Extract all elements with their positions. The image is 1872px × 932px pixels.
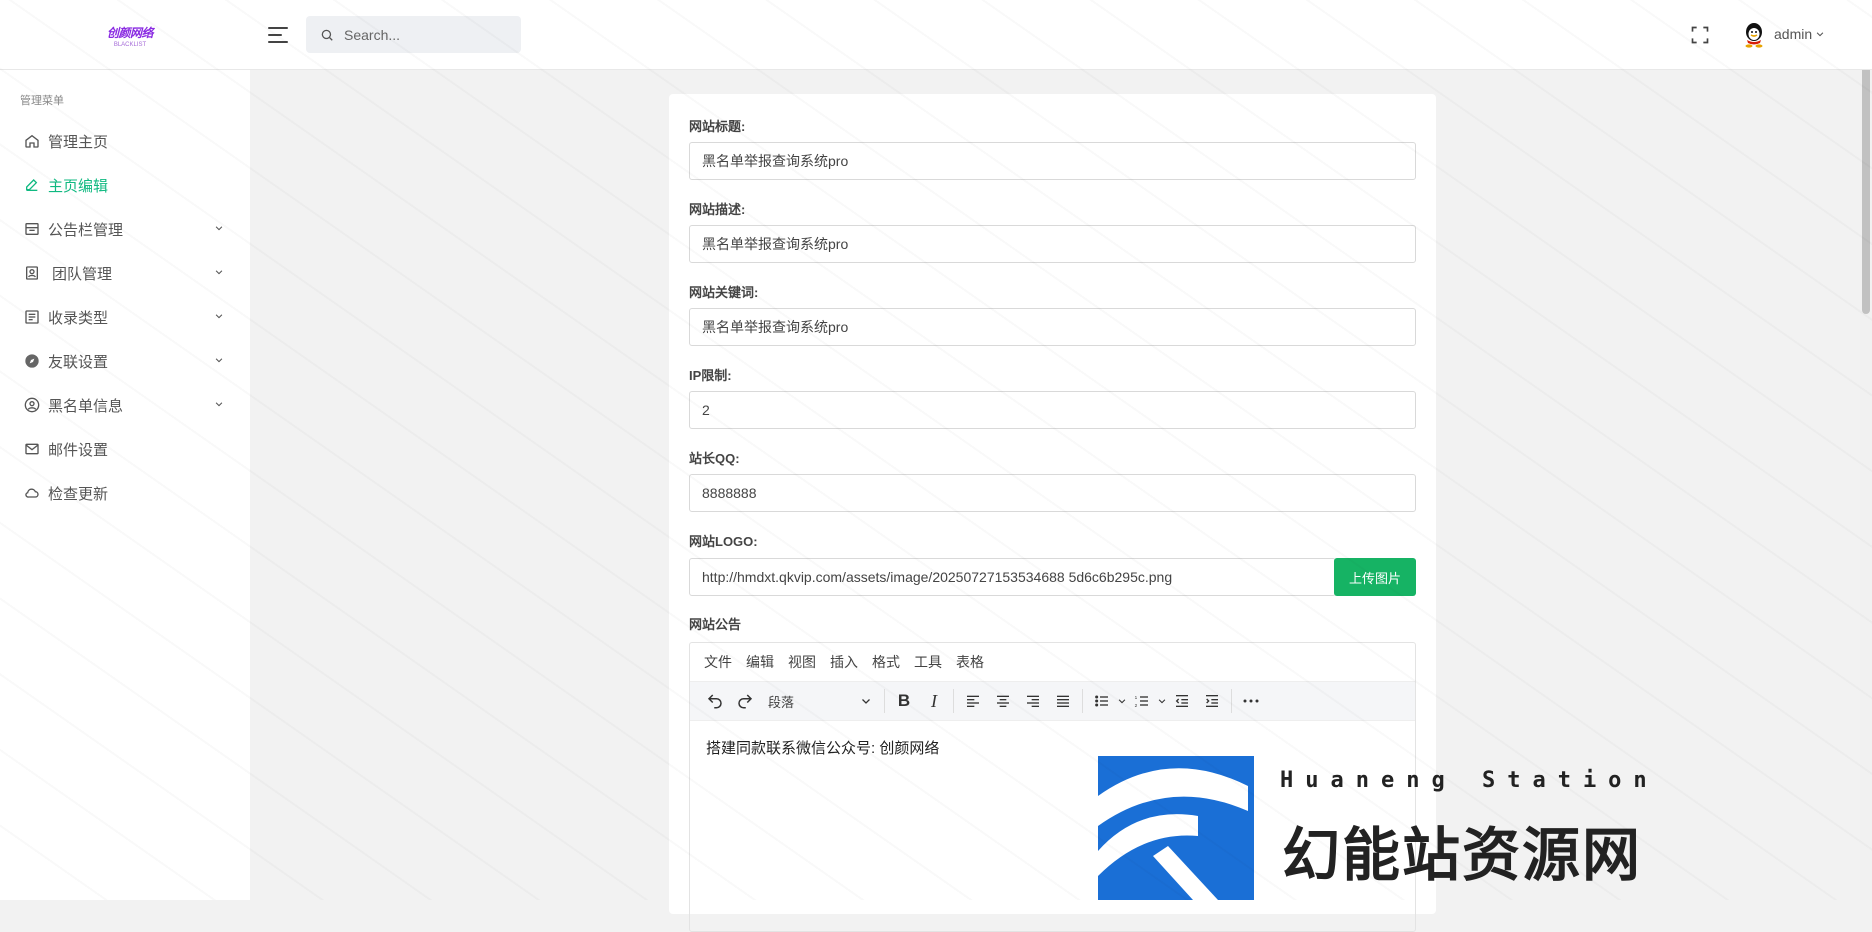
logo-subtext: BLACKLIST bbox=[100, 42, 160, 48]
undo-icon[interactable] bbox=[700, 686, 730, 716]
format-select-value: 段落 bbox=[768, 692, 794, 711]
user-icon bbox=[24, 397, 40, 413]
sidebar-item-check-update[interactable]: 检查更新 bbox=[24, 478, 224, 508]
sidebar-item-label: 检查更新 bbox=[48, 483, 108, 504]
logo-text: 创颜网络 bbox=[100, 24, 160, 41]
brand-watermark: Huaneng Station 幻能站资源网 bbox=[1098, 756, 1698, 900]
site-keywords-label: 网站关键词: bbox=[689, 282, 758, 301]
bullet-list-icon[interactable] bbox=[1087, 686, 1117, 716]
sidebar-item-label: 主页编辑 bbox=[48, 175, 108, 196]
bulletin-icon bbox=[24, 221, 40, 237]
svg-text:1: 1 bbox=[1135, 695, 1138, 700]
chevron-down-icon bbox=[860, 695, 872, 707]
upload-image-button[interactable]: 上传图片 bbox=[1334, 558, 1416, 596]
search-box[interactable] bbox=[306, 16, 521, 53]
user-name: admin bbox=[1774, 26, 1812, 42]
brand-chinese: 幻能站资源网 bbox=[1282, 808, 1642, 892]
brand-english: Huaneng Station bbox=[1280, 768, 1659, 793]
menu-tools[interactable]: 工具 bbox=[914, 652, 942, 672]
top-header: 创颜网络 BLACKLIST admin bbox=[0, 0, 1872, 70]
menu-view[interactable]: 视图 bbox=[788, 652, 816, 672]
sidebar-item-label: 收录类型 bbox=[48, 307, 108, 328]
site-logo-input[interactable] bbox=[689, 558, 1336, 596]
sidebar-item-label: 管理主页 bbox=[48, 131, 108, 152]
sidebar-item-collection-type[interactable]: 收录类型 bbox=[24, 302, 224, 332]
editor-toolbar: 段落 B I 12 bbox=[690, 681, 1415, 721]
editor-menubar: 文件 编辑 视图 插入 格式 工具 表格 bbox=[690, 643, 1415, 681]
menu-table[interactable]: 表格 bbox=[956, 652, 984, 672]
more-icon[interactable] bbox=[1236, 686, 1266, 716]
chevron-down-icon[interactable] bbox=[1117, 696, 1127, 706]
sidebar-item-bulletin[interactable]: 公告栏管理 bbox=[24, 214, 224, 244]
indent-icon[interactable] bbox=[1197, 686, 1227, 716]
mail-icon bbox=[24, 441, 40, 457]
sidebar-item-home-edit[interactable]: 主页编辑 bbox=[24, 170, 224, 200]
site-logo-label: 网站LOGO: bbox=[689, 531, 758, 550]
site-description-input[interactable] bbox=[689, 225, 1416, 263]
sidebar-item-friend-links[interactable]: 友联设置 bbox=[24, 346, 224, 376]
bold-icon[interactable]: B bbox=[889, 686, 919, 716]
site-description-label: 网站描述: bbox=[689, 199, 745, 218]
home-icon bbox=[24, 133, 40, 149]
chevron-down-icon bbox=[214, 223, 224, 233]
chevron-down-icon bbox=[214, 355, 224, 365]
menu-file[interactable]: 文件 bbox=[704, 652, 732, 672]
edit-icon bbox=[24, 177, 40, 193]
sidebar-item-home[interactable]: 管理主页 bbox=[24, 126, 224, 156]
menu-toggle-icon[interactable] bbox=[268, 27, 288, 43]
search-input[interactable] bbox=[344, 27, 504, 43]
align-justify-icon[interactable] bbox=[1048, 686, 1078, 716]
chevron-down-icon bbox=[214, 399, 224, 409]
align-center-icon[interactable] bbox=[988, 686, 1018, 716]
menu-edit[interactable]: 编辑 bbox=[746, 652, 774, 672]
outdent-icon[interactable] bbox=[1167, 686, 1197, 716]
brand-logo-icon bbox=[1098, 756, 1254, 900]
logo[interactable]: 创颜网络 BLACKLIST bbox=[100, 24, 160, 48]
sidebar-item-blacklist[interactable]: 黑名单信息 bbox=[24, 390, 224, 420]
chevron-down-icon bbox=[214, 311, 224, 321]
compass-icon bbox=[24, 353, 40, 369]
paragraph-format-select[interactable]: 段落 bbox=[760, 686, 880, 716]
chevron-down-icon bbox=[214, 267, 224, 277]
sidebar-item-label: 团队管理 bbox=[52, 263, 112, 284]
ip-limit-label: IP限制: bbox=[689, 365, 732, 384]
avatar[interactable] bbox=[1742, 22, 1766, 48]
sidebar: 管理菜单 管理主页 主页编辑 公告栏管理 团队管理 收录类型 友联设置 黑名单信… bbox=[0, 70, 250, 900]
chevron-down-icon bbox=[1815, 29, 1825, 39]
search-icon bbox=[320, 28, 334, 42]
list-icon bbox=[24, 309, 40, 325]
editor-paragraph: 搭建同款联系微信公众号: 创颜网络 bbox=[706, 737, 1399, 758]
sidebar-item-mail[interactable]: 邮件设置 bbox=[24, 434, 224, 464]
menu-format[interactable]: 格式 bbox=[872, 652, 900, 672]
user-menu[interactable]: admin bbox=[1774, 26, 1825, 42]
menu-title: 管理菜单 bbox=[20, 92, 64, 108]
admin-qq-label: 站长QQ: bbox=[689, 448, 740, 467]
align-right-icon[interactable] bbox=[1018, 686, 1048, 716]
admin-qq-input[interactable] bbox=[689, 474, 1416, 512]
sidebar-item-label: 友联设置 bbox=[48, 351, 108, 372]
menu-insert[interactable]: 插入 bbox=[830, 652, 858, 672]
site-keywords-input[interactable] bbox=[689, 308, 1416, 346]
ip-limit-input[interactable] bbox=[689, 391, 1416, 429]
sidebar-item-label: 邮件设置 bbox=[48, 439, 108, 460]
sidebar-item-label: 公告栏管理 bbox=[48, 219, 123, 240]
team-icon bbox=[24, 265, 40, 281]
align-left-icon[interactable] bbox=[958, 686, 988, 716]
cloud-icon bbox=[24, 485, 40, 501]
redo-icon[interactable] bbox=[730, 686, 760, 716]
announcement-label: 网站公告 bbox=[689, 614, 741, 633]
chevron-down-icon[interactable] bbox=[1157, 696, 1167, 706]
site-title-label: 网站标题: bbox=[689, 116, 745, 135]
sidebar-item-label: 黑名单信息 bbox=[48, 395, 123, 416]
fullscreen-icon[interactable] bbox=[1690, 25, 1710, 45]
sidebar-item-team[interactable]: 团队管理 bbox=[24, 258, 224, 288]
svg-text:2: 2 bbox=[1135, 703, 1138, 708]
site-title-input[interactable] bbox=[689, 142, 1416, 180]
italic-icon[interactable]: I bbox=[919, 686, 949, 716]
numbered-list-icon[interactable]: 12 bbox=[1127, 686, 1157, 716]
page-scrollbar[interactable] bbox=[1860, 0, 1872, 900]
